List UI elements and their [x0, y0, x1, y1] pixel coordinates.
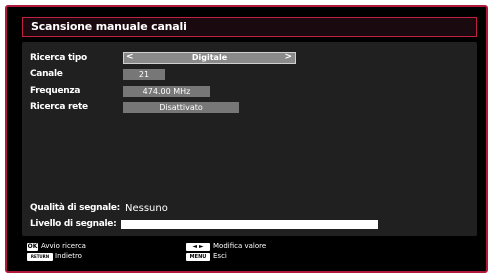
arrows-key-label: Modifica valore: [213, 242, 267, 250]
search-type-value: Digitale: [191, 53, 228, 62]
page-title: Scansione manuale canali: [31, 20, 187, 33]
menu-key-label: Esci: [213, 252, 227, 260]
left-right-arrows-icon: ◄ ►: [186, 243, 210, 251]
frequency-label: Frequenza: [30, 86, 81, 96]
search-type-selector[interactable]: < Digitale >: [123, 52, 296, 64]
menu-key-icon: MENU: [186, 253, 210, 261]
return-key-label: Indietro: [55, 252, 82, 260]
return-key-icon: RETURN: [27, 253, 53, 261]
title-bar: Scansione manuale canali: [22, 17, 477, 37]
signal-quality-label: Qualità di segnale:: [30, 203, 120, 213]
signal-quality-value: Nessuno: [125, 203, 168, 214]
network-search-label: Ricerca rete: [30, 102, 88, 112]
search-type-label: Ricerca tipo: [30, 53, 87, 63]
frequency-value[interactable]: 474.00 MHz: [123, 86, 210, 97]
signal-level-bar: [121, 220, 378, 229]
ok-key-label: Avvio ricerca: [41, 242, 86, 250]
network-search-value[interactable]: Disattivato: [123, 102, 239, 113]
channel-label: Canale: [30, 69, 63, 79]
chevron-right-icon[interactable]: >: [284, 52, 292, 62]
channel-value[interactable]: 21: [123, 69, 165, 80]
ok-key-icon: OK: [27, 243, 38, 251]
signal-level-label: Livello di segnale:: [30, 219, 117, 229]
